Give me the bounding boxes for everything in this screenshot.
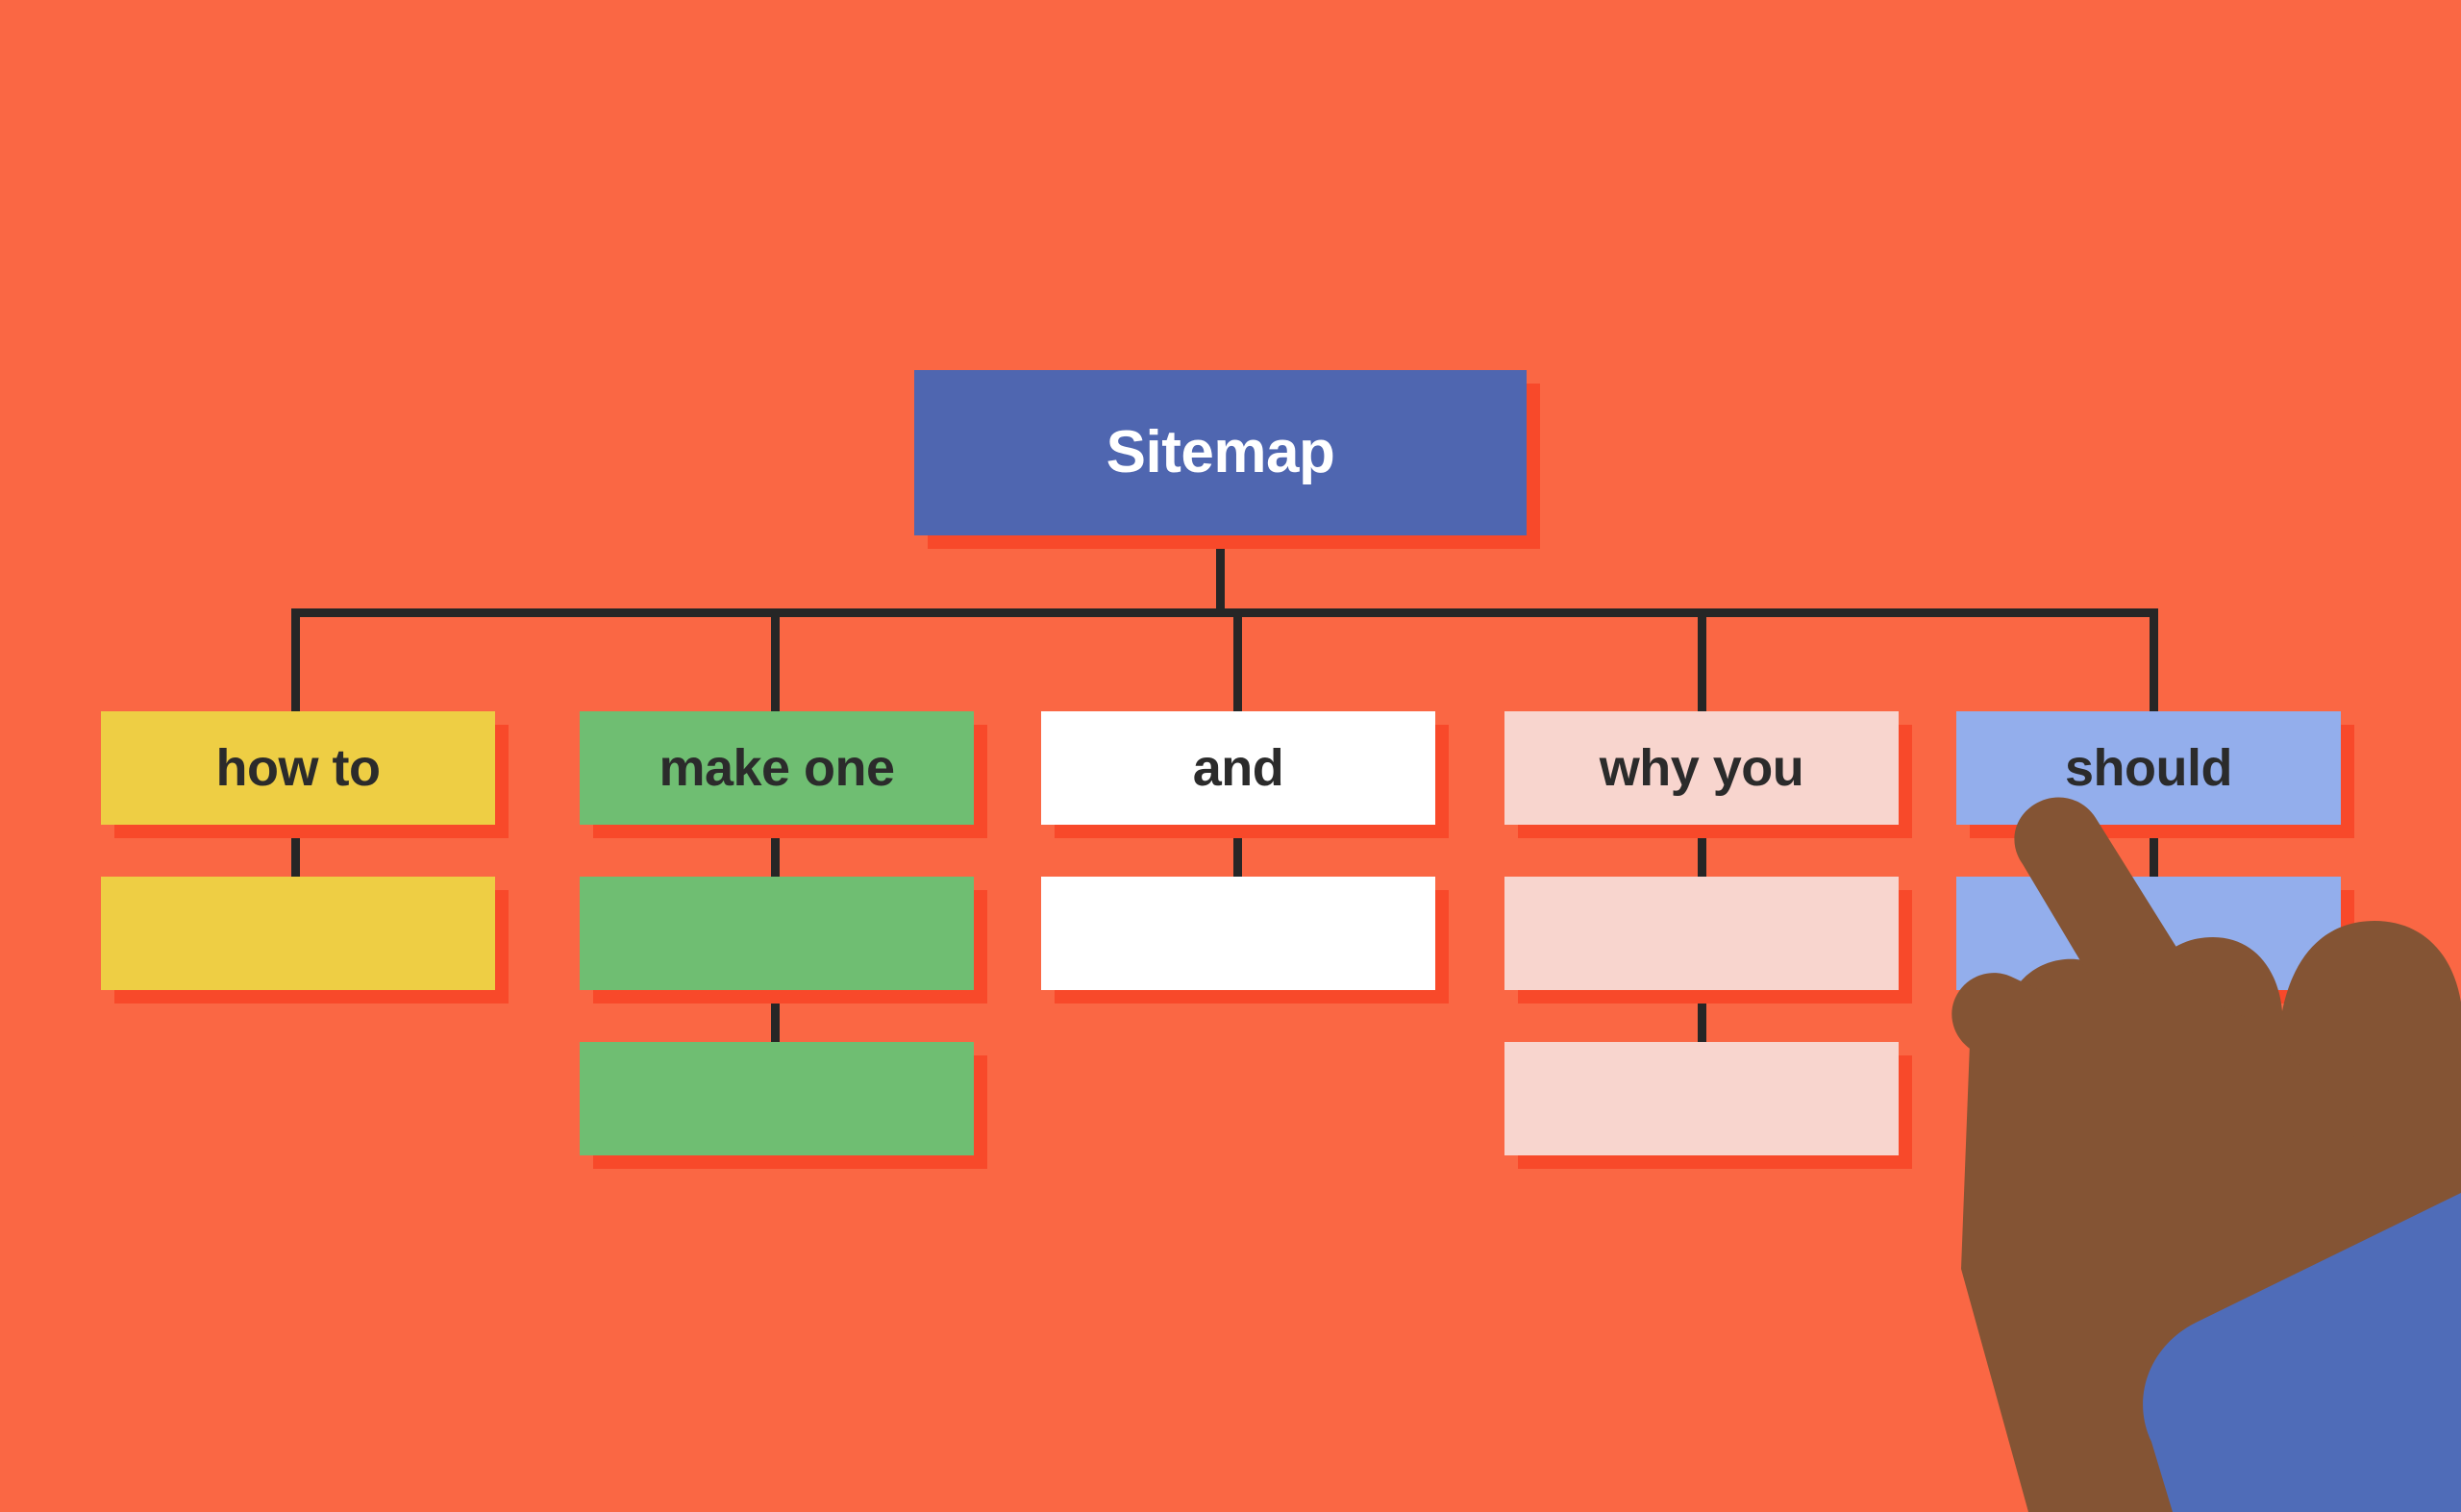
connector-drop-col-2 xyxy=(771,608,780,719)
node-make-one-child-2[interactable] xyxy=(580,1042,987,1169)
node-why-you[interactable]: why you xyxy=(1504,711,1912,838)
node-face xyxy=(101,877,495,990)
node-face xyxy=(580,877,974,990)
node-why-you-child-2[interactable] xyxy=(1504,1042,1912,1169)
node-label: should xyxy=(2065,739,2232,797)
node-why-you-child-1[interactable] xyxy=(1504,877,1912,1004)
node-face xyxy=(1504,877,1899,990)
node-should[interactable]: should xyxy=(1956,711,2354,838)
sitemap-diagram: Sitemap how to make one and why you shou… xyxy=(0,0,2461,1512)
node-face xyxy=(1504,1042,1899,1155)
node-face xyxy=(1041,877,1435,990)
connector-drop-col-1 xyxy=(291,608,300,719)
node-should-child-1[interactable] xyxy=(1956,877,2354,1004)
node-root-sitemap[interactable]: Sitemap xyxy=(914,370,1540,549)
node-label: how to xyxy=(215,739,381,797)
connector-drop-col-5 xyxy=(2150,608,2158,719)
connector-horizontal-bus xyxy=(291,608,2157,617)
node-and[interactable]: and xyxy=(1041,711,1449,838)
node-face xyxy=(580,1042,974,1155)
node-how-to-child-1[interactable] xyxy=(101,877,509,1004)
node-label: and xyxy=(1192,739,1284,797)
node-how-to[interactable]: how to xyxy=(101,711,509,838)
node-label: make one xyxy=(659,739,895,797)
node-face xyxy=(1956,877,2341,990)
node-make-one-child-1[interactable] xyxy=(580,877,987,1004)
node-make-one[interactable]: make one xyxy=(580,711,987,838)
node-label: Sitemap xyxy=(1106,419,1335,485)
connector-drop-col-4 xyxy=(1698,608,1706,719)
connector-drop-col-3 xyxy=(1233,608,1242,719)
node-and-child-1[interactable] xyxy=(1041,877,1449,1004)
node-label: why you xyxy=(1599,739,1804,797)
